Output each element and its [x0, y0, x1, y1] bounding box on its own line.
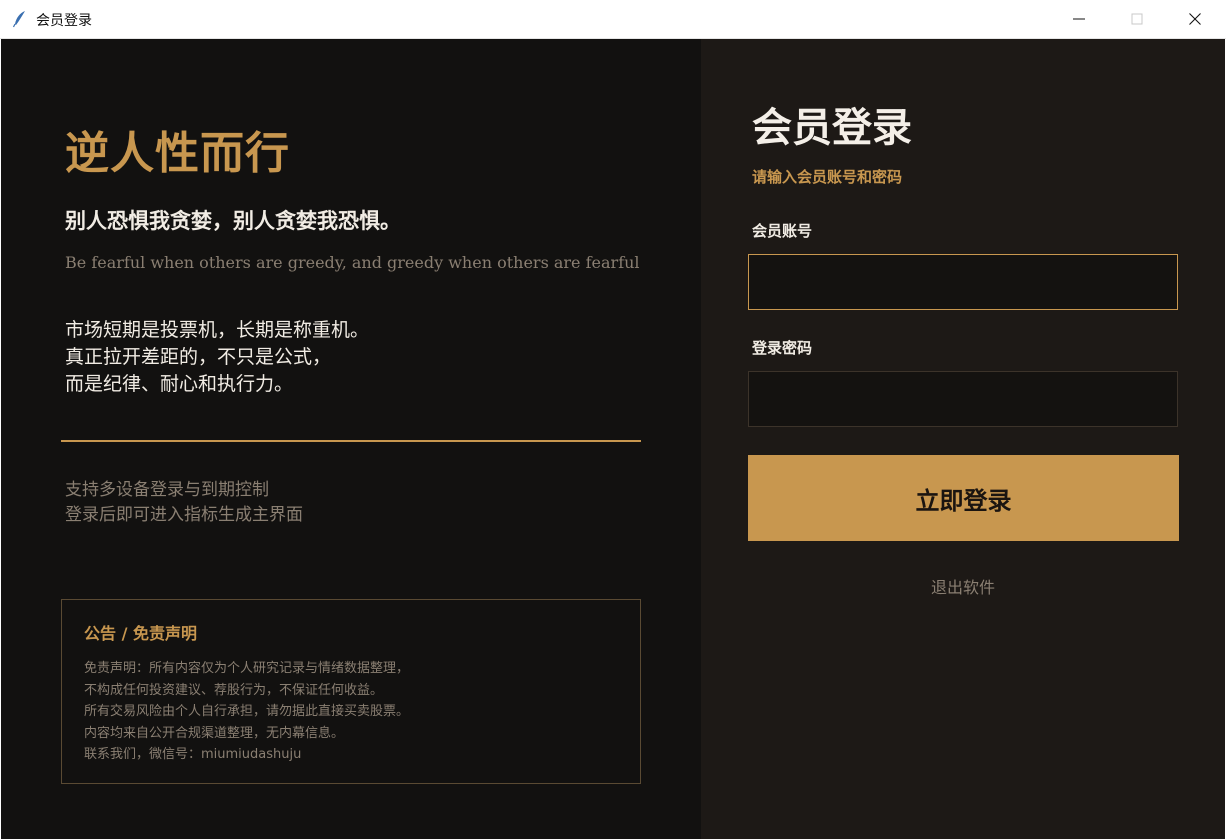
disclaimer-box: 公告 / 免责声明 免责声明：所有内容仅为个人研究记录与情绪数据整理， 不构成任… [61, 599, 641, 784]
disclaimer-line: 不构成任何投资建议、荐股行为，不保证任何收益。 [84, 682, 384, 698]
intro-panel: 逆人性而行 别人恐惧我贪婪，别人贪婪我恐惧。 Be fearful when o… [1, 39, 701, 839]
close-button[interactable] [1166, 0, 1224, 38]
hero-title: 逆人性而行 [65, 128, 290, 179]
gold-divider [61, 440, 641, 442]
description-block: 市场短期是投票机，长期是称重机。 真正拉开差距的，不只是公式， 而是纪律、耐心和… [65, 317, 369, 398]
feature-line: 登录后即可进入指标生成主界面 [65, 505, 303, 525]
feather-icon [12, 10, 28, 28]
quote-english: Be fearful when others are greedy, and g… [65, 253, 640, 272]
minimize-icon [1073, 18, 1085, 20]
login-button[interactable]: 立即登录 [748, 455, 1179, 541]
close-icon [1189, 13, 1201, 25]
exit-software-link[interactable]: 退出软件 [931, 574, 995, 598]
password-label: 登录密码 [752, 339, 813, 357]
disclaimer-line: 内容均来自公开合规渠道整理，无内幕信息。 [84, 725, 345, 741]
disclaimer-text: 免责声明：所有内容仅为个人研究记录与情绪数据整理， 不构成任何投资建议、荐股行为… [84, 658, 409, 766]
disclaimer-title: 公告 / 免责声明 [84, 624, 197, 643]
window-title: 会员登录 [36, 13, 92, 29]
account-input[interactable] [748, 254, 1178, 310]
login-title: 会员登录 [752, 105, 912, 151]
maximize-button[interactable] [1108, 0, 1166, 38]
description-line: 而是纪律、耐心和执行力。 [65, 373, 294, 395]
feature-line: 支持多设备登录与到期控制 [65, 480, 269, 500]
disclaimer-line: 免责声明：所有内容仅为个人研究记录与情绪数据整理， [84, 661, 410, 676]
quote-chinese: 别人恐惧我贪婪，别人贪婪我恐惧。 [65, 209, 401, 233]
window-titlebar: 会员登录 [0, 0, 1226, 39]
password-input[interactable] [748, 371, 1178, 427]
maximize-icon [1131, 13, 1143, 25]
description-line: 真正拉开差距的，不只是公式， [65, 346, 332, 368]
login-subtitle: 请输入会员账号和密码 [752, 168, 903, 186]
minimize-button[interactable] [1050, 0, 1108, 38]
account-label: 会员账号 [752, 222, 813, 240]
description-line: 市场短期是投票机，长期是称重机。 [65, 319, 370, 341]
disclaimer-line: 联系我们，微信号：miumiudashuju [84, 747, 302, 762]
login-panel: 会员登录 请输入会员账号和密码 会员账号 登录密码 立即登录 退出软件 [701, 39, 1225, 839]
disclaimer-line: 所有交易风险由个人自行承担，请勿据此直接买卖股票。 [84, 704, 410, 719]
features-block: 支持多设备登录与到期控制 登录后即可进入指标生成主界面 [65, 478, 303, 528]
